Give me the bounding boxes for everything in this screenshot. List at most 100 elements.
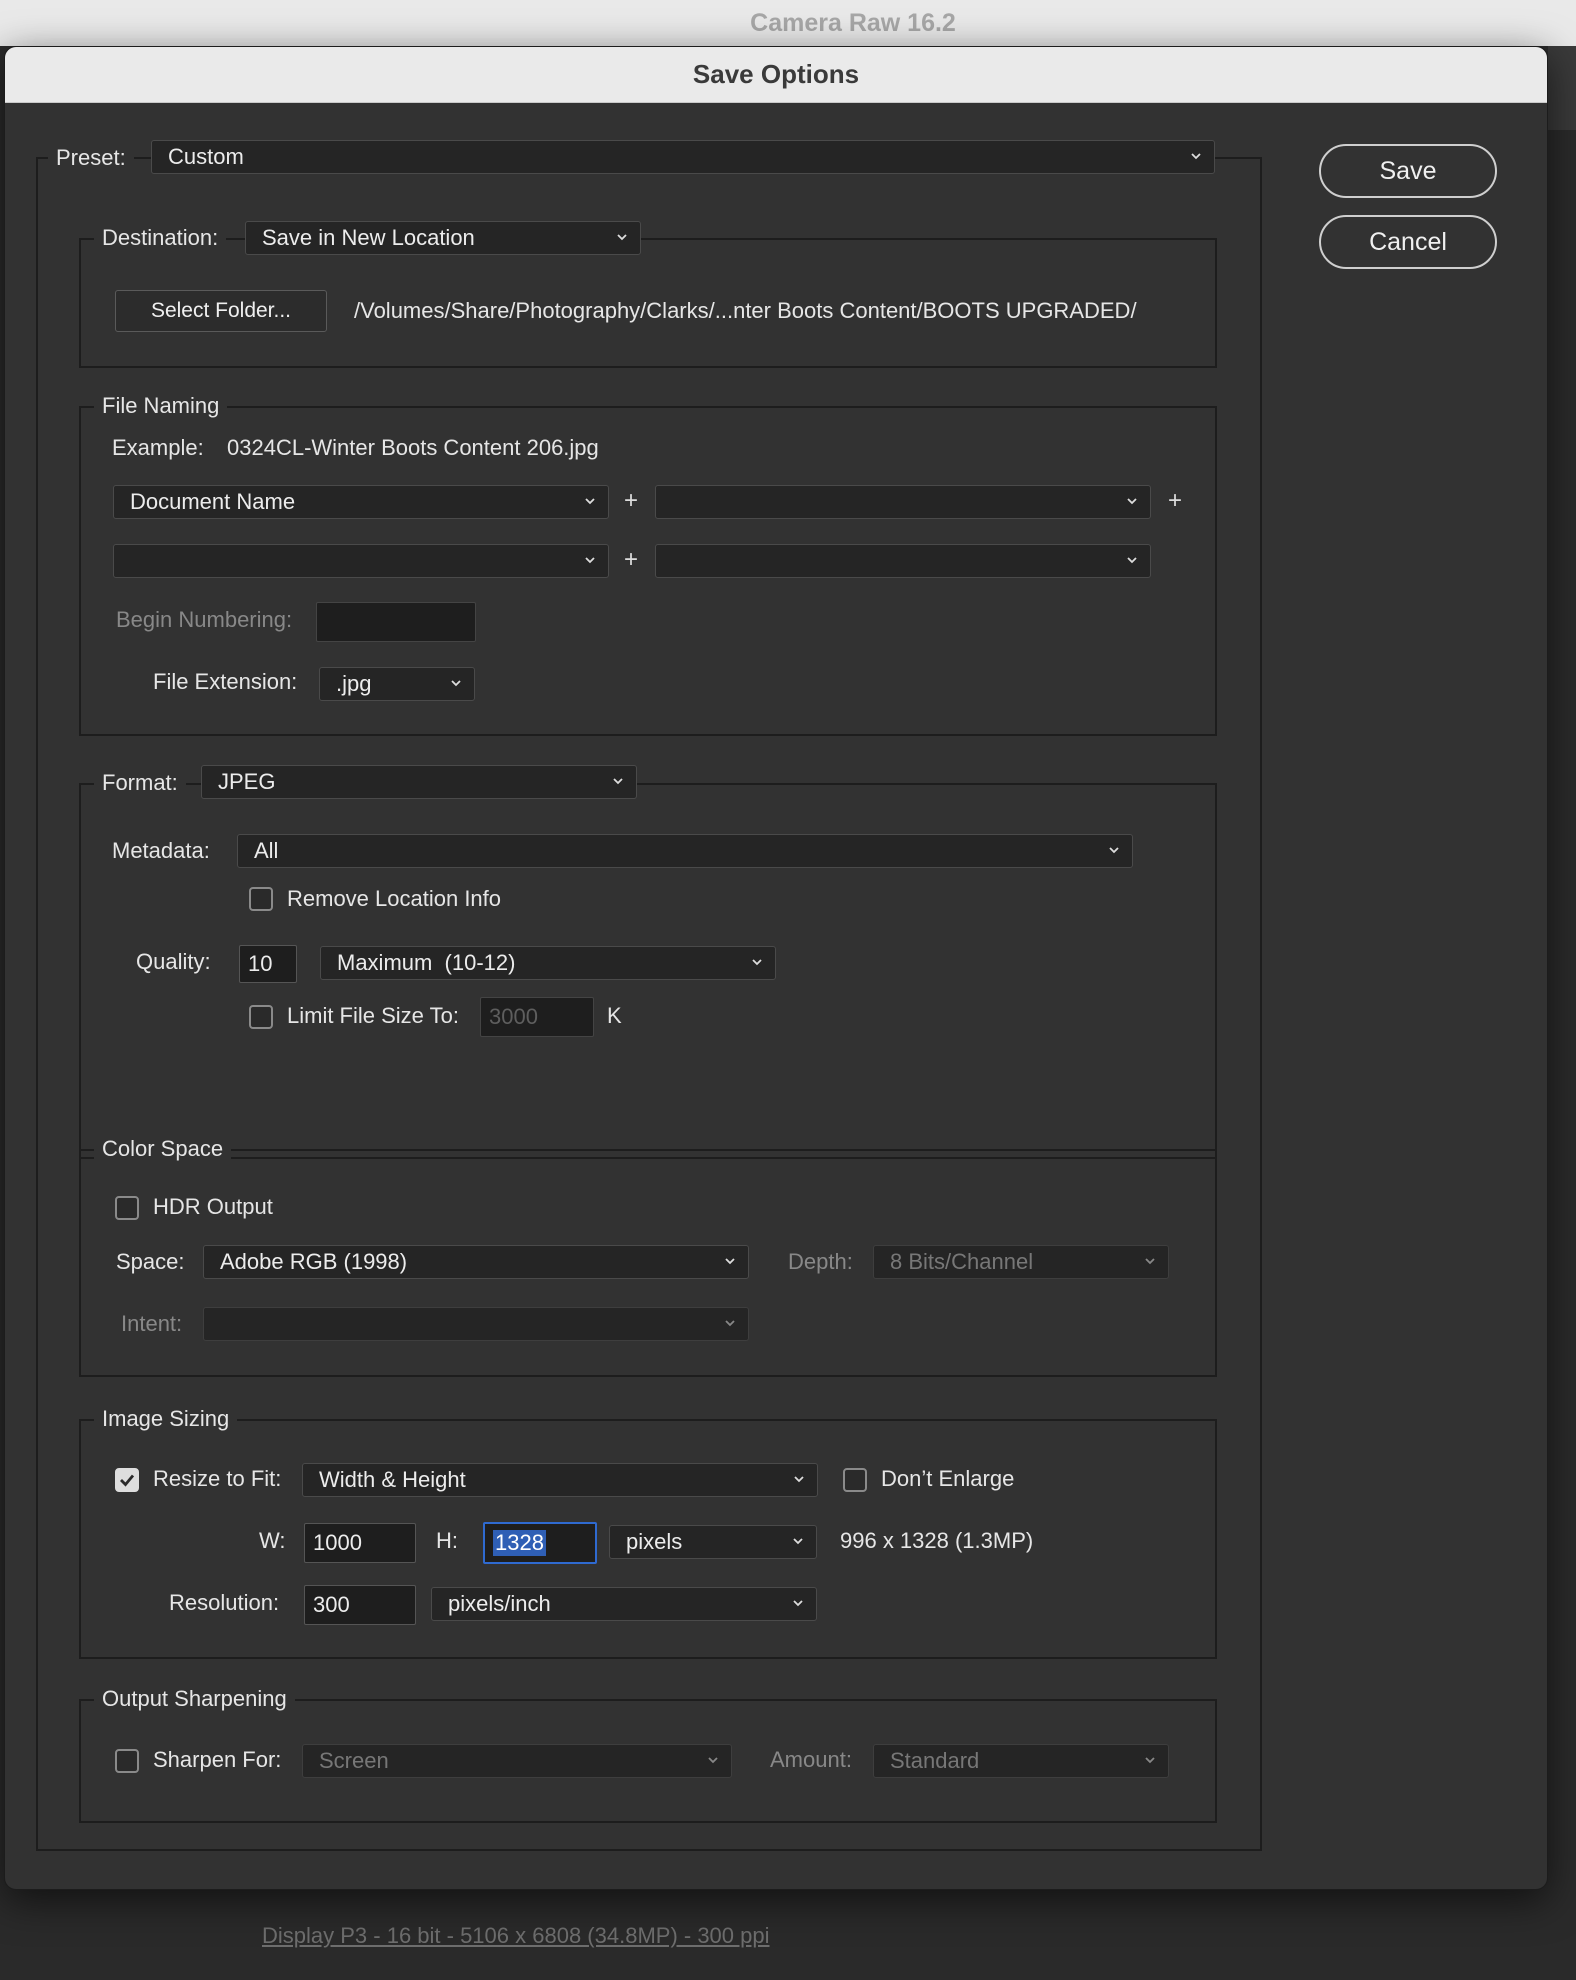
sharpen-for-value: Screen xyxy=(319,1748,389,1773)
quality-preset-value: Maximum (10-12) xyxy=(337,950,516,975)
resize-to-fit-checkbox[interactable] xyxy=(115,1468,139,1492)
width-label: W: xyxy=(259,1528,286,1553)
dont-enlarge-label: Don’t Enlarge xyxy=(881,1466,1015,1491)
intent-dropdown[interactable] xyxy=(203,1307,749,1341)
name-part-4-dropdown[interactable] xyxy=(655,544,1151,578)
resolution-label: Resolution: xyxy=(169,1590,280,1615)
resize-mode-dropdown[interactable]: Width & Height xyxy=(302,1463,818,1497)
file-extension-dropdown[interactable]: .jpg xyxy=(319,667,475,701)
resize-mode-value: Width & Height xyxy=(319,1467,466,1492)
size-unit-dropdown[interactable]: pixels xyxy=(609,1525,817,1559)
file-extension-label: File Extension: xyxy=(153,669,298,694)
preset-dropdown[interactable]: Custom xyxy=(151,140,1215,174)
chevron-down-icon xyxy=(1108,844,1120,856)
chevron-down-icon xyxy=(792,1597,804,1609)
app-title: Camera Raw 16.2 xyxy=(750,8,956,37)
image-sizing-legend: Image Sizing xyxy=(94,1401,238,1437)
intent-label: Intent: xyxy=(121,1311,183,1336)
name-part-2-dropdown[interactable] xyxy=(655,485,1151,519)
chevron-down-icon xyxy=(1144,1255,1156,1267)
remove-location-label: Remove Location Info xyxy=(287,886,502,911)
amount-label: Amount: xyxy=(770,1747,852,1772)
quality-input[interactable]: 10 xyxy=(239,945,297,983)
color-space-legend: Color Space xyxy=(94,1131,232,1167)
status-link[interactable]: Display P3 - 16 bit - 5106 x 6808 (34.8M… xyxy=(262,1923,770,1949)
remove-location-checkbox[interactable] xyxy=(249,887,273,911)
name-part-3-dropdown[interactable] xyxy=(113,544,609,578)
size-result: 996 x 1328 (1.3MP) xyxy=(840,1528,1034,1553)
begin-numbering-label: Begin Numbering: xyxy=(116,607,293,632)
chevron-down-icon xyxy=(584,495,596,507)
chevron-down-icon xyxy=(793,1473,805,1485)
destination-dropdown[interactable]: Save in New Location xyxy=(245,221,641,255)
save-button[interactable]: Save xyxy=(1319,144,1497,198)
preset-label: Preset: xyxy=(56,145,126,170)
chevron-down-icon xyxy=(724,1255,736,1267)
space-value: Adobe RGB (1998) xyxy=(220,1249,408,1274)
preset-legend: Preset: xyxy=(48,140,134,176)
format-value: JPEG xyxy=(218,769,276,794)
sharpen-for-label: Sharpen For: xyxy=(153,1747,282,1772)
limit-file-size-label: Limit File Size To: xyxy=(287,1003,459,1028)
sharpen-for-dropdown[interactable]: Screen xyxy=(302,1744,732,1778)
quality-preset-dropdown[interactable]: Maximum (10-12) xyxy=(320,946,776,980)
chevron-down-icon xyxy=(1126,554,1138,566)
amount-dropdown[interactable]: Standard xyxy=(873,1744,1169,1778)
space-label: Space: xyxy=(116,1249,185,1274)
example-value: 0324CL-Winter Boots Content 206.jpg xyxy=(227,435,599,460)
cancel-button[interactable]: Cancel xyxy=(1319,215,1497,269)
checkmark-icon xyxy=(120,1474,135,1487)
example-label: Example: xyxy=(112,435,204,460)
chevron-down-icon xyxy=(616,231,628,243)
metadata-value: All xyxy=(254,838,279,863)
color-space-title: Color Space xyxy=(102,1136,224,1161)
chevron-down-icon xyxy=(707,1754,719,1766)
file-naming-legend: File Naming xyxy=(94,388,228,424)
plus-separator: + xyxy=(1168,487,1183,514)
resolution-input[interactable]: 300 xyxy=(304,1585,416,1625)
name-part-1-value: Document Name xyxy=(130,489,296,514)
metadata-dropdown[interactable]: All xyxy=(237,834,1133,868)
name-part-1-dropdown[interactable]: Document Name xyxy=(113,485,609,519)
resize-to-fit-label: Resize to Fit: xyxy=(153,1466,282,1491)
limit-file-size-checkbox[interactable] xyxy=(249,1005,273,1029)
format-label: Format: xyxy=(102,770,178,795)
image-sizing-title: Image Sizing xyxy=(102,1406,230,1431)
destination-legend: Destination: xyxy=(94,220,227,256)
chevron-down-icon xyxy=(792,1535,804,1547)
chevron-down-icon xyxy=(612,775,624,787)
destination-value: Save in New Location xyxy=(262,225,475,250)
sharpen-for-checkbox[interactable] xyxy=(115,1749,139,1773)
chevron-down-icon xyxy=(584,554,596,566)
select-folder-button[interactable]: Select Folder... xyxy=(115,290,327,332)
chevron-down-icon xyxy=(450,677,462,689)
output-sharpening-legend: Output Sharpening xyxy=(94,1681,295,1717)
output-sharpening-title: Output Sharpening xyxy=(102,1686,287,1711)
app-background-panel xyxy=(1548,46,1576,130)
resolution-unit-dropdown[interactable]: pixels/inch xyxy=(431,1587,817,1621)
depth-value: 8 Bits/Channel xyxy=(890,1249,1034,1274)
chevron-down-icon xyxy=(1190,150,1202,162)
size-unit-value: pixels xyxy=(626,1529,683,1554)
dont-enlarge-checkbox[interactable] xyxy=(843,1468,867,1492)
depth-dropdown[interactable]: 8 Bits/Channel xyxy=(873,1245,1169,1279)
destination-path: /Volumes/Share/Photography/Clarks/...nte… xyxy=(354,298,1137,323)
hdr-output-label: HDR Output xyxy=(153,1194,273,1219)
width-input[interactable]: 1000 xyxy=(304,1523,416,1563)
height-input[interactable]: 1328 xyxy=(483,1522,597,1564)
space-dropdown[interactable]: Adobe RGB (1998) xyxy=(203,1245,749,1279)
app-status-bar xyxy=(0,1890,1576,1980)
limit-file-size-input[interactable]: 3000 xyxy=(480,997,594,1037)
depth-label: Depth: xyxy=(788,1249,853,1274)
preset-value: Custom xyxy=(168,144,244,169)
quality-label: Quality: xyxy=(136,949,211,974)
plus-separator: + xyxy=(624,487,639,514)
dialog-title: Save Options xyxy=(692,59,860,89)
dialog-title-bar: Save Options xyxy=(5,47,1547,103)
begin-numbering-input[interactable] xyxy=(316,602,476,642)
app-title-bar: Camera Raw 16.2 xyxy=(0,0,1576,46)
hdr-output-checkbox[interactable] xyxy=(115,1196,139,1220)
format-dropdown[interactable]: JPEG xyxy=(201,765,637,799)
format-legend: Format: xyxy=(94,765,186,801)
height-input-selection: 1328 xyxy=(493,1530,546,1556)
